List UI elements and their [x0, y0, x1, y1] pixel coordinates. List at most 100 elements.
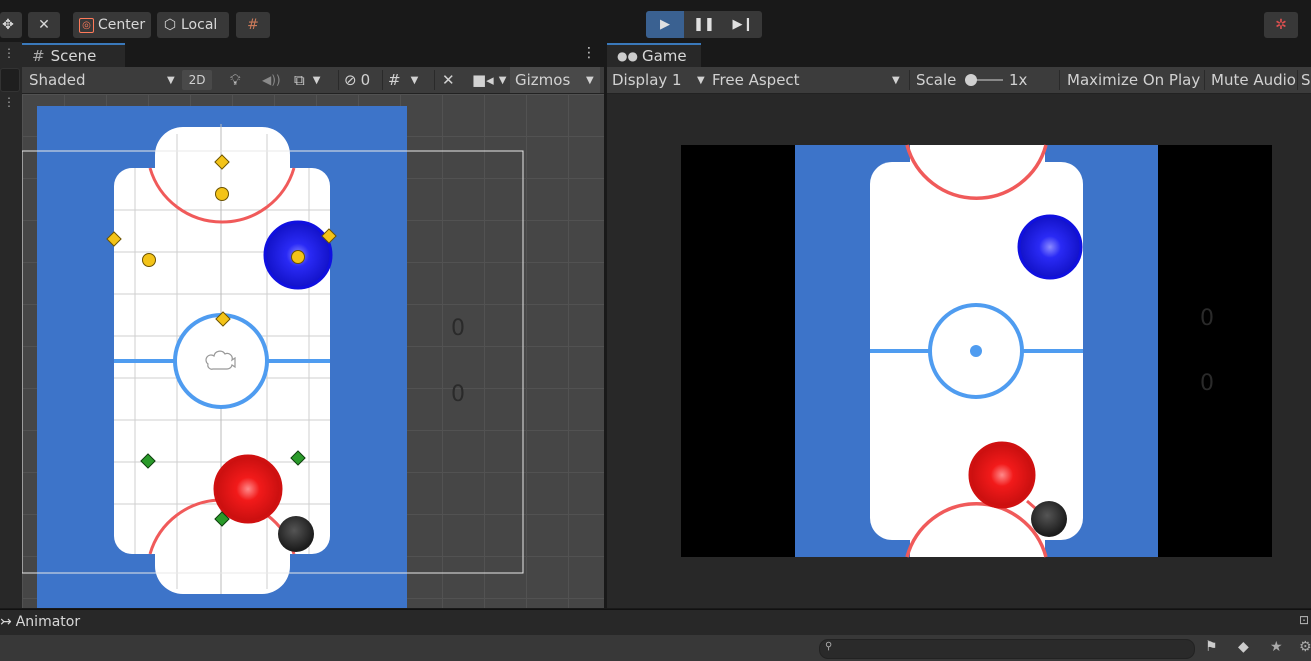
play-button[interactable]: ▶ — [646, 11, 684, 38]
gamepad-icon: ●● — [617, 49, 638, 63]
hidden-count: 0 — [360, 71, 371, 89]
collab-button[interactable]: ✲ — [1264, 12, 1298, 38]
stats-label: S — [1301, 71, 1311, 89]
tab-scene[interactable]: # Scene — [22, 43, 125, 67]
shading-mode-dropdown[interactable]: Shaded ▼ — [29, 67, 179, 93]
maximize-on-play-toggle[interactable]: Maximize On Play — [1067, 67, 1200, 93]
gizmo-circle-icon — [142, 253, 156, 267]
shading-mode-label: Shaded — [29, 71, 86, 89]
layers-icon: ⧉ — [294, 71, 305, 89]
search-input[interactable]: ⚲ — [819, 639, 1195, 659]
pause-icon: ❚❚ — [693, 17, 715, 32]
pivot-local-label: Local — [181, 17, 218, 33]
chevron-down-icon: ▼ — [892, 74, 900, 86]
effects-dropdown[interactable]: ⧉ ▼ — [294, 67, 320, 93]
scene-grid-icon: # — [32, 47, 45, 65]
mode-2d-toggle[interactable]: 2D — [182, 70, 212, 90]
tab-scene-label: Scene — [50, 47, 97, 65]
tab-animator[interactable]: ↣ Animator — [0, 614, 80, 630]
audio-toggle[interactable]: ◀)) — [262, 67, 281, 93]
chevron-down-icon: ▼ — [410, 74, 419, 86]
lighting-toggle[interactable]: 💡︎ — [230, 67, 241, 93]
gizmos-label: Gizmos — [515, 71, 571, 89]
lock-icon[interactable]: ⊡ — [1299, 613, 1309, 627]
game-paddle-blue — [1017, 214, 1083, 280]
tab-game-label: Game — [641, 47, 687, 65]
puck[interactable] — [278, 516, 314, 552]
lightbulb-icon: 💡︎ — [230, 71, 241, 89]
hierarchy-filter-icon[interactable]: ⚑ — [1205, 639, 1218, 655]
game-canvas[interactable]: 0 0 — [607, 94, 1311, 608]
display-label: Display 1 — [612, 71, 682, 89]
aspect-dropdown[interactable]: Free Aspect ▼ — [712, 67, 907, 93]
game-tabbar: ●● Game — [607, 42, 1311, 67]
gizmo-circle-icon — [215, 187, 229, 201]
tools-button[interactable]: ✕ — [28, 12, 60, 38]
visibility-toggle[interactable]: ⊘ 0 — [344, 67, 370, 93]
panel-menu-icon[interactable]: ⋮ — [3, 46, 15, 60]
game-toolbar: Display 1 ▼ Free Aspect ▼ Scale 1x Maxim… — [607, 67, 1311, 94]
step-button[interactable]: ▶❙ — [724, 11, 762, 38]
play-icon: ▶ — [660, 17, 670, 32]
separator — [1059, 70, 1060, 90]
scale-value: 1x — [1009, 71, 1028, 89]
panel-menu-icon-2[interactable]: ⋮ — [3, 95, 15, 109]
tab-game[interactable]: ●● Game — [607, 43, 701, 67]
separator — [1297, 70, 1298, 90]
step-icon: ▶❙ — [732, 17, 754, 32]
gizmo-circle-icon — [291, 250, 305, 264]
main-toolbar: ✥ ✕ ◎ Center ⬡ Local # ▶ ❚❚ ▶❙ ✲ — [0, 6, 1311, 42]
stats-toggle[interactable]: S — [1301, 67, 1311, 93]
grid-icon: # — [388, 71, 401, 89]
camera-dropdown[interactable]: ■◂ ▼ — [472, 67, 506, 93]
separator — [1204, 70, 1205, 90]
pause-button[interactable]: ❚❚ — [685, 11, 723, 38]
scene-canvas[interactable]: 0 0 — [22, 94, 604, 608]
chevron-down-icon: ▼ — [167, 74, 175, 86]
scale-slider[interactable] — [963, 67, 1005, 93]
move-tool-button[interactable]: ✥ — [0, 12, 22, 38]
scale-label: Scale — [916, 71, 957, 89]
playmode-controls: ▶ ❚❚ ▶❙ — [646, 11, 762, 38]
camera-icon: ■◂ — [472, 71, 494, 89]
search-icon: ⚲ — [825, 641, 833, 652]
animator-toolbar: ⚲ ⚑ ◆ ★ ⚙ — [0, 635, 1311, 661]
pivot-center-label: Center — [98, 17, 146, 33]
scene-tools-toggle[interactable]: ✕ — [442, 67, 455, 93]
display-dropdown[interactable]: Display 1 ▼ — [612, 67, 705, 93]
score-bottom-scene: 0 — [451, 382, 465, 407]
game-view[interactable]: 0 0 — [607, 94, 1311, 608]
grid-toggle[interactable]: # ▼ — [388, 67, 418, 93]
scene-tabbar: # Scene ⋮ — [22, 42, 604, 67]
animator-icon: ↣ — [0, 614, 12, 630]
separator — [338, 70, 339, 90]
pivot-local-icon: ⬡ — [163, 17, 177, 33]
pivot-center-button[interactable]: ◎ Center — [73, 12, 151, 38]
scene-panel-menu-icon[interactable]: ⋮ — [582, 45, 596, 61]
label-filter-icon[interactable]: ◆ — [1238, 639, 1249, 655]
game-center-dot — [970, 345, 982, 357]
tools-icon: ✕ — [38, 17, 50, 33]
tab-animator-label: Animator — [15, 614, 81, 630]
mute-label: Mute Audio — [1211, 71, 1296, 89]
grid-snap-button[interactable]: # — [236, 12, 270, 38]
score-top: 0 — [1200, 306, 1214, 331]
gutter-field[interactable] — [0, 68, 20, 92]
paddle-red[interactable] — [213, 454, 283, 524]
pivot-local-button[interactable]: ⬡ Local — [157, 12, 229, 38]
animator-tabbar: ↣ Animator ⊡ — [0, 609, 1311, 636]
visibility-icon[interactable]: ⚙ — [1299, 639, 1311, 655]
mute-audio-toggle[interactable]: Mute Audio — [1211, 67, 1296, 93]
tools-icon: ✕ — [442, 71, 455, 89]
left-gutter: ⋮ ⋮ — [0, 42, 22, 608]
score-top-scene: 0 — [451, 316, 465, 341]
separator — [434, 70, 435, 90]
star-icon[interactable]: ★ — [1270, 639, 1283, 655]
aspect-label: Free Aspect — [712, 71, 800, 89]
score-bottom: 0 — [1200, 371, 1214, 396]
chevron-down-icon: ▼ — [498, 74, 507, 86]
gizmos-dropdown[interactable]: Gizmos ▼ — [510, 67, 600, 93]
scene-view[interactable]: 0 0 — [22, 94, 604, 608]
maximize-label: Maximize On Play — [1067, 71, 1201, 89]
scale-slider-thumb[interactable] — [965, 74, 977, 86]
